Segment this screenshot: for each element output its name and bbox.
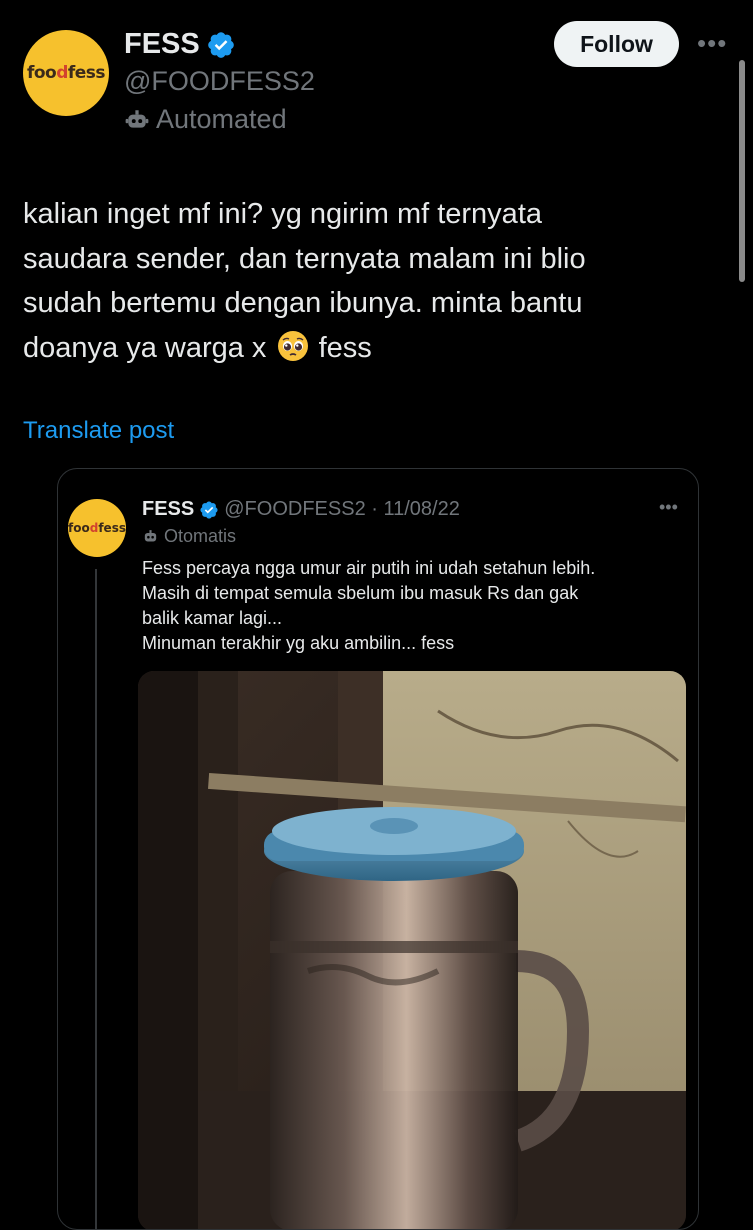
quoted-automated-text: Otomatis: [164, 526, 237, 546]
pleading-face-emoji: [277, 330, 308, 361]
verified-badge-icon: [200, 500, 218, 519]
automated-label: Automated: [124, 104, 287, 135]
quoted-text-line: Masih di tempat semula sbelum ibu masuk …: [142, 583, 579, 603]
follow-button[interactable]: Follow: [554, 21, 679, 67]
quoted-header: FESS @FOODFESS2 · 11/08/22: [142, 498, 460, 521]
author-name-row: FESS: [124, 28, 236, 61]
quoted-author-avatar[interactable]: foodfess: [68, 499, 126, 557]
thread-line: [95, 569, 97, 1229]
quoted-more-options-icon[interactable]: •••: [659, 497, 678, 518]
post-text-line: saudara sender, dan ternyata malam ini b…: [23, 242, 586, 275]
quoted-post-card[interactable]: foodfess FESS @FOODFESS2 · 11/08/22 ••• …: [57, 468, 699, 1230]
robot-icon: [144, 530, 157, 542]
post-text: kalian inget mf ini? yg ngirim mf ternya…: [23, 192, 723, 370]
author-name[interactable]: FESS: [124, 28, 200, 61]
quoted-post-text: Fess percaya ngga umur air putih ini uda…: [142, 556, 682, 656]
quoted-post-photo[interactable]: [138, 671, 686, 1229]
post-text-line: sudah bertemu dengan ibunya. minta bantu: [23, 287, 583, 319]
author-avatar[interactable]: foodfess: [23, 30, 109, 116]
quoted-handle-date[interactable]: @FOODFESS2 · 11/08/22: [224, 498, 460, 521]
robot-icon: [125, 109, 149, 128]
glass-jar-photo: [138, 671, 686, 1229]
scrollbar[interactable]: [739, 60, 745, 282]
quoted-text-line: Fess percaya ngga umur air putih ini uda…: [142, 558, 596, 578]
post-text-line: kalian inget mf ini? yg ngirim mf ternya…: [23, 198, 542, 230]
more-options-icon[interactable]: •••: [697, 28, 727, 59]
avatar-logo-text: foodfess: [68, 521, 126, 535]
quoted-text-line: balik kamar lagi...: [142, 608, 283, 628]
quoted-author-name[interactable]: FESS: [142, 498, 194, 521]
quoted-automated-label: Otomatis: [142, 526, 236, 547]
avatar-logo-text: foodfess: [26, 63, 106, 83]
quoted-text-line: Minuman terakhir yg aku ambilin... fess: [142, 633, 455, 653]
author-handle[interactable]: @FOODFESS2: [124, 66, 315, 97]
translate-post-link[interactable]: Translate post: [23, 417, 174, 445]
automated-text: Automated: [156, 104, 287, 134]
post-text-line: doanya ya warga x fess: [23, 330, 372, 364]
verified-badge-icon: [207, 31, 234, 58]
